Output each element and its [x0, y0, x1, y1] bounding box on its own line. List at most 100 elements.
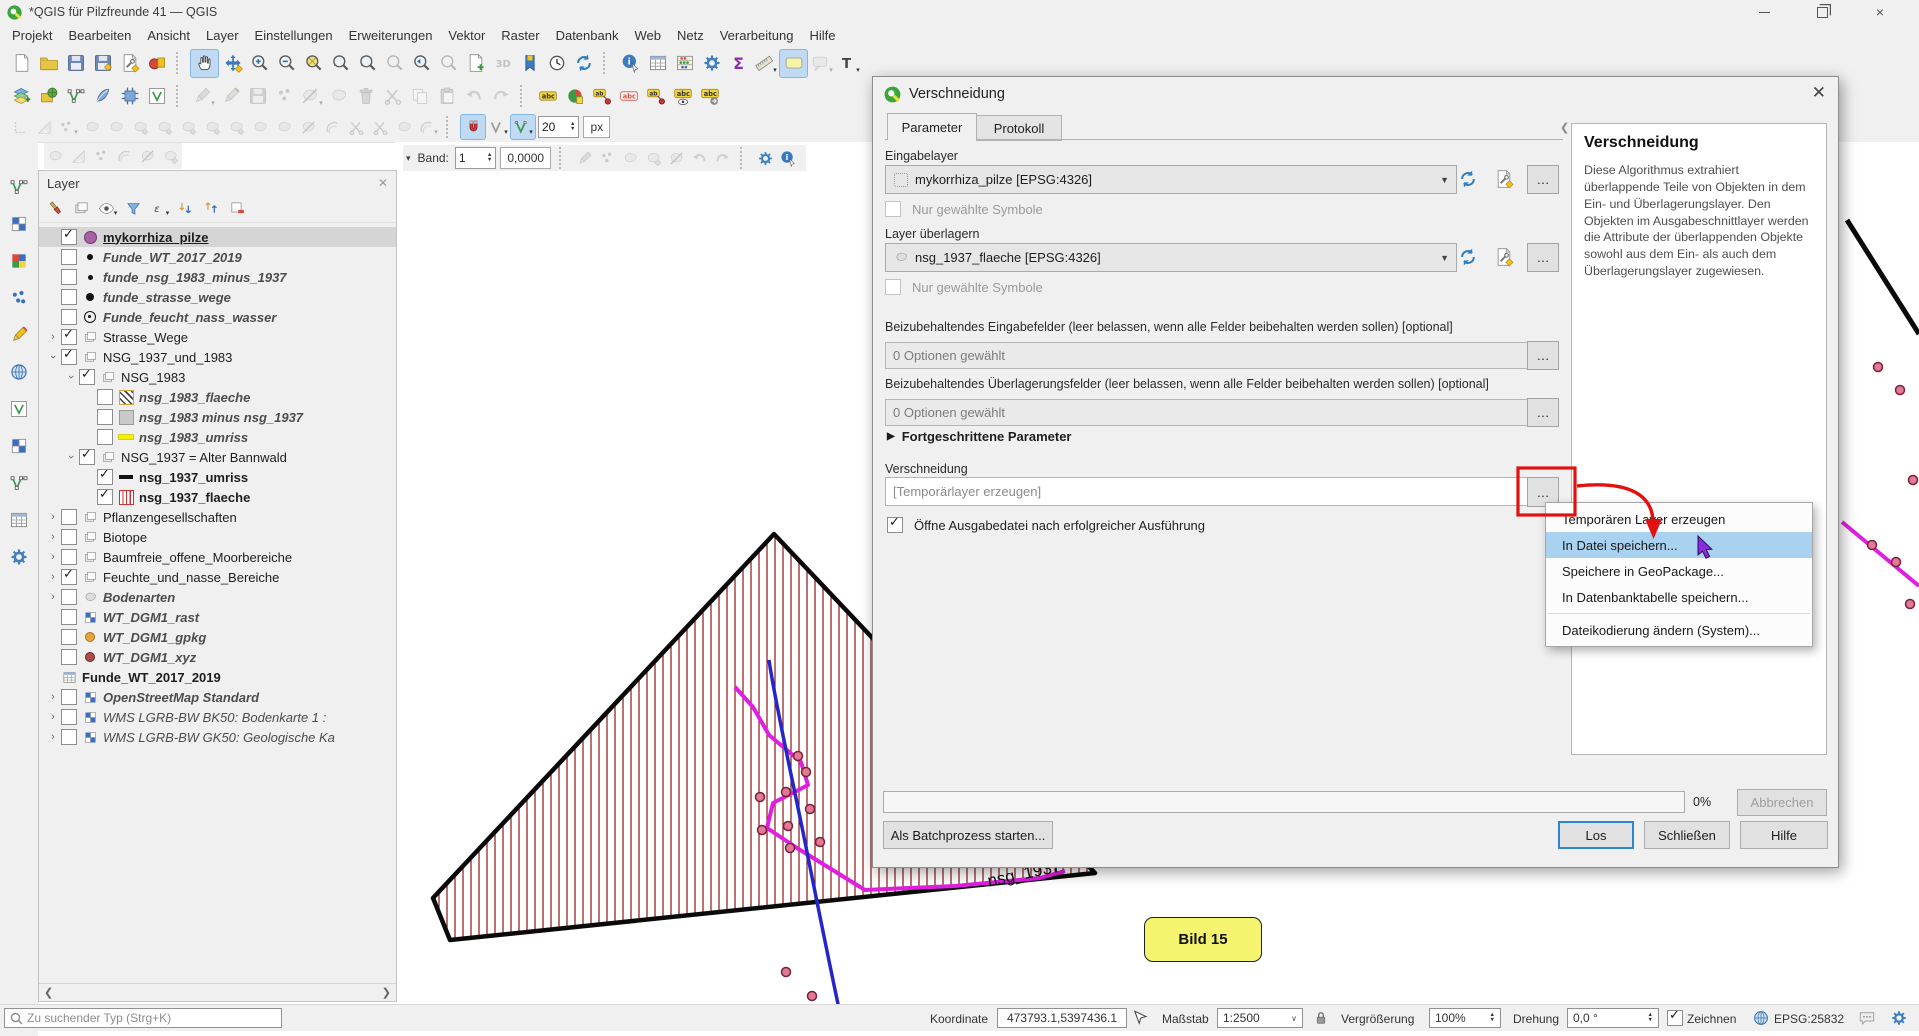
layer-checkbox[interactable]	[61, 729, 77, 745]
menu-projekt[interactable]: Projekt	[4, 26, 60, 45]
layer-row[interactable]: ›Feuchte_und_nasse_Bereiche	[39, 567, 396, 587]
close-dialog-button[interactable]: Schließen	[1644, 821, 1730, 849]
input-fields-select[interactable]: 0 Optionen gewählt	[885, 342, 1532, 369]
batch-process-button[interactable]: Als Batchprozess starten...	[883, 821, 1053, 849]
layer-row[interactable]: ›NSG_1937_und_1983	[39, 347, 396, 367]
new-virtual-layer-icon[interactable]	[116, 83, 143, 110]
overlay-layer-browse-button[interactable]: …	[1527, 243, 1559, 272]
layer-checkbox[interactable]	[61, 349, 77, 365]
menu-raster[interactable]: Raster	[493, 26, 547, 45]
scatter-points-icon[interactable]	[5, 285, 33, 311]
fill-ring-icon[interactable]	[224, 115, 248, 139]
coordinate-capture-icon[interactable]	[1131, 1009, 1149, 1027]
processing-toolbox-icon[interactable]	[698, 50, 725, 77]
context-menu-item[interactable]: In Datenbanktabelle speichern...	[1546, 584, 1812, 610]
layer-checkbox[interactable]	[61, 629, 77, 645]
context-menu-item[interactable]: Temporären Layer erzeugen	[1546, 506, 1812, 532]
save-project-as-icon[interactable]	[89, 50, 116, 77]
layer-checkbox[interactable]	[61, 689, 77, 705]
layer-row[interactable]: ›NSG_1937 = Alter Bannwald	[39, 447, 396, 467]
attribute-table-icon[interactable]	[644, 50, 671, 77]
new-map-view-icon[interactable]	[462, 50, 489, 77]
context-menu-item[interactable]: In Datei speichern...	[1546, 532, 1812, 558]
selected-features-only-checkbox-2[interactable]: Nur gewählte Symbole	[885, 279, 1043, 295]
expander-icon[interactable]: ›	[45, 509, 61, 525]
highlight-labels-icon[interactable]	[615, 83, 642, 110]
layer-styling-icon[interactable]	[44, 197, 67, 220]
layer-row[interactable]: nsg_1937_flaeche	[39, 487, 396, 507]
raster-checker-icon[interactable]	[5, 433, 33, 459]
layer-checkbox[interactable]	[61, 329, 77, 345]
raster-redo-icon[interactable]	[711, 147, 734, 170]
layer-checkbox[interactable]	[61, 509, 77, 525]
redo-icon[interactable]	[487, 83, 514, 110]
mesh-transform-icon[interactable]	[113, 145, 136, 168]
minimize-icon[interactable]	[1742, 0, 1786, 24]
layer-row[interactable]: nsg_1937_umriss	[39, 467, 396, 487]
layer-row[interactable]: ›Biotope	[39, 527, 396, 547]
layer-row[interactable]: ›Bodenarten	[39, 587, 396, 607]
split-features-icon[interactable]	[344, 115, 368, 139]
copy-move-feature-icon[interactable]	[104, 115, 128, 139]
mesh-blob-icon[interactable]	[159, 145, 182, 168]
cancel-button[interactable]: Abbrechen	[1737, 789, 1827, 816]
delete-selected-icon[interactable]	[352, 83, 379, 110]
toggle-editing-icon[interactable]	[217, 83, 244, 110]
checkbox[interactable]	[887, 517, 903, 533]
rotation-spin[interactable]: 0,0 ° ▲▼	[1567, 1008, 1659, 1028]
overlay-fields-browse-button[interactable]: …	[1527, 398, 1559, 427]
pan-to-selection-icon[interactable]	[219, 50, 246, 77]
zoom-in-icon[interactable]	[246, 50, 273, 77]
search-input[interactable]: Zu suchender Typ (Strg+K)	[4, 1008, 282, 1028]
layer-row[interactable]: WT_DGM1_gpkg	[39, 627, 396, 647]
overlay-layer-select[interactable]: nsg_1937_flaeche [EPSG:4326] ▼	[885, 243, 1457, 272]
layer-checkbox[interactable]	[97, 489, 113, 505]
style-manager-icon[interactable]	[143, 50, 170, 77]
temporal-controller-icon[interactable]	[543, 50, 570, 77]
show-hide-labels-icon[interactable]	[669, 83, 696, 110]
enable-snapping-icon[interactable]	[460, 114, 486, 140]
raster-info-icon[interactable]	[777, 147, 800, 170]
iterate-icon[interactable]	[1453, 243, 1483, 270]
restore-icon[interactable]	[1800, 0, 1844, 24]
scroll-right-icon[interactable]: ❯	[382, 986, 391, 999]
processing-gear-icon[interactable]	[5, 544, 33, 570]
open-project-icon[interactable]	[35, 50, 62, 77]
raster-points-icon[interactable]	[596, 147, 619, 170]
run-button[interactable]: Los	[1558, 821, 1634, 849]
layer-row[interactable]: WT_DGM1_xyz	[39, 647, 396, 667]
menu-erweiterungen[interactable]: Erweiterungen	[341, 26, 441, 45]
panel-close-icon[interactable]: ✕	[378, 176, 388, 190]
reshape-features-icon[interactable]	[296, 115, 320, 139]
change-label-icon[interactable]	[696, 83, 723, 110]
new-spatialite-icon[interactable]	[89, 83, 116, 110]
menu-ansicht[interactable]: Ansicht	[139, 26, 198, 45]
copy-features-icon[interactable]	[406, 83, 433, 110]
layer-checkbox[interactable]	[79, 449, 95, 465]
expander-icon[interactable]: ›	[45, 709, 61, 725]
expander-icon[interactable]: ›	[45, 549, 61, 565]
edit-wrench-icon[interactable]	[1489, 165, 1519, 192]
identify-features-icon[interactable]	[617, 50, 644, 77]
mesh-points-icon[interactable]	[90, 145, 113, 168]
menu-bearbeiten[interactable]: Bearbeiten	[60, 26, 139, 45]
selected-features-only-checkbox-1[interactable]: Nur gewählte Symbole	[885, 201, 1043, 217]
add-group-icon[interactable]	[70, 197, 93, 220]
zoom-out-icon[interactable]	[273, 50, 300, 77]
open-output-checkbox[interactable]: Öffne Ausgabedatei nach erfolgreicher Au…	[887, 517, 1205, 533]
zoom-next-icon[interactable]	[435, 50, 462, 77]
rotate-point-symbols-icon[interactable]: ▾	[416, 115, 440, 139]
layer-checkbox[interactable]	[79, 369, 95, 385]
toolbar-overflow-icon[interactable]: ▾	[403, 153, 414, 164]
layer-checkbox[interactable]	[61, 609, 77, 625]
iterate-icon[interactable]	[1453, 165, 1483, 192]
layer-checkbox[interactable]	[61, 589, 77, 605]
layer-checkbox[interactable]	[61, 529, 77, 545]
text-annotation-icon[interactable]: ▾	[835, 50, 862, 77]
input-layer-browse-button[interactable]: …	[1527, 165, 1559, 194]
annotation-icon[interactable]: ▾	[808, 50, 835, 77]
layer-checkbox[interactable]	[97, 409, 113, 425]
input-fields-browse-button[interactable]: …	[1527, 341, 1559, 370]
new-project-icon[interactable]	[8, 50, 35, 77]
raster-fill-icon[interactable]	[642, 147, 665, 170]
